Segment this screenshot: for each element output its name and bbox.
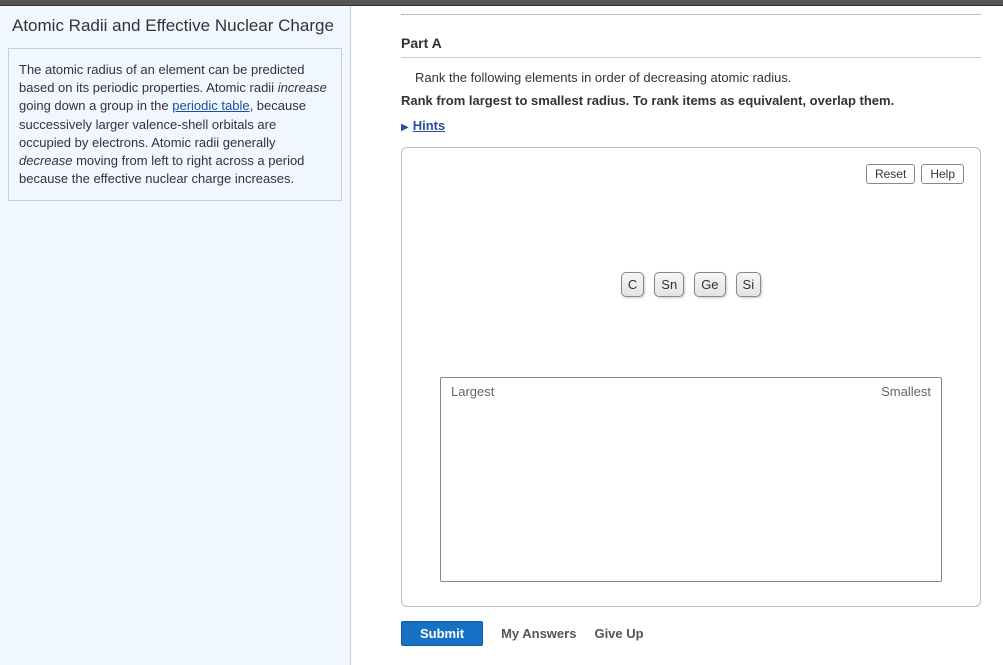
chevron-right-icon: ▶	[401, 122, 409, 133]
element-chip-sn[interactable]: Sn	[654, 272, 684, 297]
right-panel: Part A Rank the following elements in or…	[351, 6, 1003, 665]
info-text: The atomic radius of an element can be p…	[19, 62, 304, 95]
info-emph-decrease: decrease	[19, 153, 72, 168]
reset-button[interactable]: Reset	[866, 164, 915, 184]
info-text: going down a group in the	[19, 98, 172, 113]
divider	[401, 14, 981, 15]
ranking-workspace: Reset Help C Sn Ge Si Largest Smallest	[401, 147, 981, 607]
info-emph-increase: increase	[278, 80, 327, 95]
hints-row: ▶ Hints	[401, 118, 981, 133]
divider	[401, 57, 981, 58]
element-chip-si[interactable]: Si	[736, 272, 762, 297]
element-chip-c[interactable]: C	[621, 272, 644, 297]
drop-label-largest: Largest	[451, 384, 494, 399]
info-box: The atomic radius of an element can be p…	[8, 48, 342, 201]
help-button[interactable]: Help	[921, 164, 964, 184]
workspace-buttons: Reset Help	[866, 164, 964, 184]
hints-link[interactable]: Hints	[413, 118, 446, 133]
ranking-drop-zone[interactable]: Largest Smallest	[440, 377, 942, 582]
periodic-table-link[interactable]: periodic table	[172, 98, 249, 113]
instruction-bold: Rank from largest to smallest radius. To…	[401, 93, 981, 108]
main-container: Atomic Radii and Effective Nuclear Charg…	[0, 6, 1003, 665]
action-row: Submit My Answers Give Up	[401, 621, 981, 646]
drop-label-smallest: Smallest	[881, 384, 931, 399]
give-up-link[interactable]: Give Up	[594, 626, 643, 641]
draggable-chip-row: C Sn Ge Si	[416, 272, 966, 297]
page-title: Atomic Radii and Effective Nuclear Charg…	[8, 16, 342, 36]
element-chip-ge[interactable]: Ge	[694, 272, 725, 297]
part-label: Part A	[401, 35, 981, 51]
submit-button[interactable]: Submit	[401, 621, 483, 646]
my-answers-link[interactable]: My Answers	[501, 626, 576, 641]
left-panel: Atomic Radii and Effective Nuclear Charg…	[0, 6, 351, 665]
instruction-text: Rank the following elements in order of …	[415, 70, 981, 85]
